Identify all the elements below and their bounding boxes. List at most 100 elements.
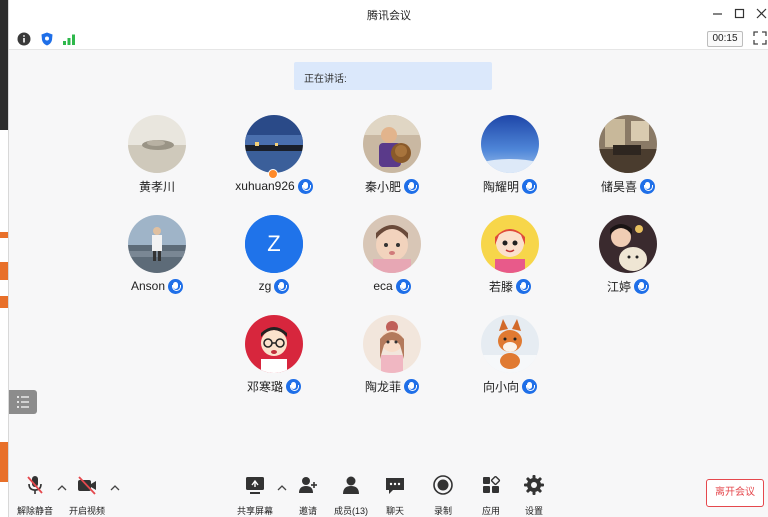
record-icon xyxy=(433,475,453,495)
participant-tile[interactable]: xuhuan926 xyxy=(215,115,333,215)
participant-name: eca xyxy=(373,279,393,293)
meeting-window: 腾讯会议 00:15 正在讲话: 黄孝川 xuhuan926 秦小肥 陶耀明 储… xyxy=(8,0,768,517)
background-accent xyxy=(0,232,8,238)
microphone-muted-icon xyxy=(27,476,43,494)
avatar xyxy=(363,215,421,273)
avatar xyxy=(245,115,303,173)
window-title: 腾讯会议 xyxy=(367,10,411,22)
avatar xyxy=(481,315,539,373)
chat-button[interactable]: 聊天 xyxy=(371,474,419,517)
apps-icon xyxy=(483,475,501,493)
info-icon[interactable] xyxy=(16,31,32,47)
apps-label: 应用 xyxy=(481,506,500,516)
members-icon xyxy=(343,476,359,494)
unmute-button[interactable]: 解除静音 xyxy=(11,474,59,517)
participant-tile[interactable]: 陶耀明 xyxy=(451,115,569,215)
participant-name: 江婷 xyxy=(606,279,631,294)
participant-tile[interactable]: 储昊喜 xyxy=(569,115,687,215)
meeting-toolbar: 解除静音 开启视频 共享屏幕 邀请 成员(13) 聊天 录制 应用 设置 离开会… xyxy=(9,470,768,517)
participant-name: zg xyxy=(258,279,272,293)
video-options-caret[interactable] xyxy=(110,484,120,494)
participant-tile[interactable]: eca xyxy=(333,215,451,315)
participant-tile[interactable]: 若滕 xyxy=(451,215,569,315)
camera-off-icon xyxy=(78,476,96,495)
background-accent xyxy=(0,442,8,482)
participant-name: 秦小肥 xyxy=(364,179,401,194)
participant-tile[interactable]: Anson xyxy=(98,215,216,315)
participant-tile[interactable]: 秦小肥 xyxy=(333,115,451,215)
participant-tile[interactable]: 向小向 xyxy=(451,315,569,415)
settings-label: 设置 xyxy=(524,506,543,516)
avatar xyxy=(128,215,186,273)
avatar xyxy=(363,315,421,373)
close-button[interactable] xyxy=(753,5,768,23)
meeting-timer: 00:15 xyxy=(707,31,743,47)
record-button[interactable]: 录制 xyxy=(419,474,467,517)
avatar: Z xyxy=(245,215,303,273)
background-accent xyxy=(0,262,8,280)
avatar xyxy=(599,215,657,273)
leave-meeting-button[interactable]: 离开会议 xyxy=(706,479,764,507)
signal-strength-icon[interactable] xyxy=(61,31,77,47)
microphone-icon xyxy=(395,278,411,294)
invite-button[interactable]: 邀请 xyxy=(284,474,332,517)
participant-name: xuhuan926 xyxy=(235,179,295,193)
share-screen-button[interactable]: 共享屏幕 xyxy=(231,474,279,517)
title-bar: 腾讯会议 xyxy=(9,0,768,28)
apps-button[interactable]: 应用 xyxy=(467,474,515,517)
microphone-icon xyxy=(522,178,537,194)
avatar xyxy=(481,215,539,273)
microphone-icon xyxy=(522,378,537,394)
participant-tile[interactable]: 黄孝川 xyxy=(98,115,216,215)
participant-tile[interactable]: Z zg xyxy=(215,215,333,315)
participant-name: 陶耀明 xyxy=(482,179,519,194)
microphone-icon xyxy=(297,178,313,194)
microphone-icon xyxy=(516,278,531,294)
shield-icon[interactable] xyxy=(39,31,55,47)
close-icon xyxy=(756,8,767,19)
background-accent xyxy=(0,296,8,308)
member-list-toggle-button[interactable] xyxy=(9,390,37,414)
maximize-icon xyxy=(734,8,745,19)
chat-icon xyxy=(386,478,404,494)
participant-name: 储昊喜 xyxy=(600,179,637,194)
microphone-icon xyxy=(274,278,290,294)
microphone-icon xyxy=(286,378,301,394)
settings-button[interactable]: 设置 xyxy=(510,474,558,517)
participant-name: 邓寒璐 xyxy=(246,379,283,394)
fullscreen-icon[interactable] xyxy=(753,31,767,45)
avatar xyxy=(363,115,421,173)
microphone-icon xyxy=(168,278,184,294)
microphone-icon xyxy=(404,378,419,394)
share-screen-icon xyxy=(246,477,264,494)
microphone-icon xyxy=(640,178,655,194)
record-label: 录制 xyxy=(433,506,452,516)
participant-name: 黄孝川 xyxy=(138,179,175,194)
minimize-icon xyxy=(713,13,722,15)
start-video-label: 开启视频 xyxy=(68,506,105,516)
minimize-button[interactable] xyxy=(709,5,727,23)
background-desktop-dark xyxy=(0,0,8,130)
avatar-initial: Z xyxy=(267,231,280,256)
participant-name: 陶龙菲 xyxy=(364,379,401,394)
maximize-button[interactable] xyxy=(731,5,749,23)
share-screen-label: 共享屏幕 xyxy=(236,506,273,516)
participant-tile[interactable]: 陶龙菲 xyxy=(333,315,451,415)
members-button[interactable]: 成员(13) xyxy=(327,474,375,517)
list-icon xyxy=(17,396,29,408)
members-label: 成员(13) xyxy=(333,506,368,516)
participant-name: Anson xyxy=(130,279,166,293)
add-user-icon xyxy=(299,477,317,493)
chevron-up-icon xyxy=(110,485,120,491)
invite-label: 邀请 xyxy=(298,506,317,516)
chat-label: 聊天 xyxy=(385,506,404,516)
speaking-banner: 正在讲话: xyxy=(294,62,492,90)
microphone-icon xyxy=(634,278,649,294)
participant-tile[interactable]: 江婷 xyxy=(569,215,687,315)
start-video-button[interactable]: 开启视频 xyxy=(63,474,111,517)
participant-tile[interactable]: 邓寒璐 xyxy=(215,315,333,415)
participant-name: 向小向 xyxy=(482,379,519,394)
avatar xyxy=(599,115,657,173)
avatar xyxy=(128,115,186,173)
participant-name: 若滕 xyxy=(488,279,513,294)
